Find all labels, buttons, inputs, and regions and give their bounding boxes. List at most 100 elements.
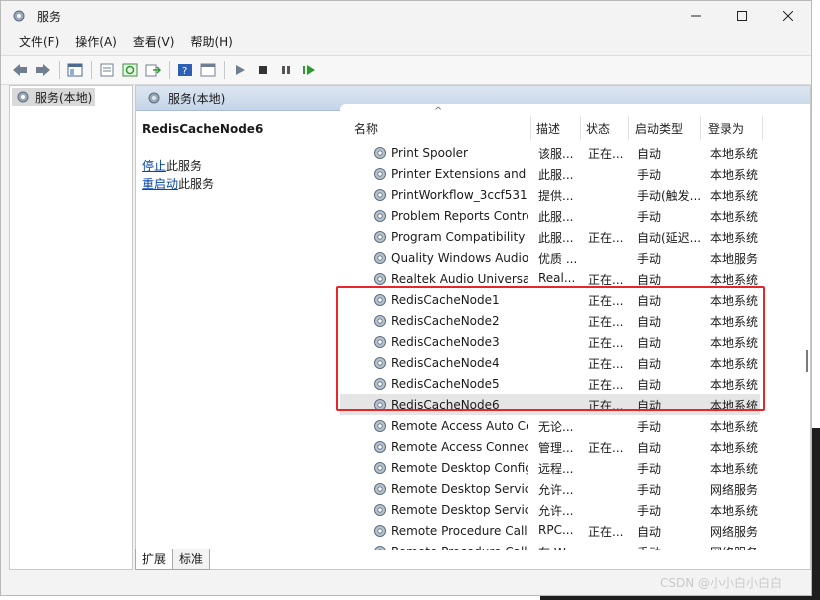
service-name-cell: Remote Desktop Service... xyxy=(372,502,528,518)
service-description: 优质 ... xyxy=(538,252,578,266)
scrollbar-thumb[interactable] xyxy=(806,350,808,372)
column-header-name[interactable]: 名称 xyxy=(354,120,378,137)
stop-service-button[interactable] xyxy=(252,59,274,81)
title-bar[interactable]: 服务 xyxy=(1,1,811,31)
restart-service-button[interactable] xyxy=(298,59,320,81)
service-name-cell: Printer Extensions and N... xyxy=(372,166,528,182)
sort-ascending-icon: ^ xyxy=(434,106,443,117)
column-divider[interactable] xyxy=(762,116,763,140)
column-header-startup-type[interactable]: 启动类型 xyxy=(635,120,683,137)
column-header-status[interactable]: 状态 xyxy=(586,120,610,137)
gear-icon xyxy=(17,91,29,103)
service-name-cell: RedisCacheNode6 xyxy=(372,397,528,413)
service-description: 此服... xyxy=(538,168,574,182)
menu-action[interactable]: 操作(A) xyxy=(67,31,125,53)
table-row[interactable]: RedisCacheNode1 正在... 自动 本地系统 xyxy=(340,289,760,310)
service-description: 无论... xyxy=(538,420,574,434)
table-row[interactable]: Printer Extensions and N... 此服... 手动 本地系统 xyxy=(340,163,760,184)
service-status: 正在... xyxy=(588,378,624,392)
service-log-on-as: 本地系统 xyxy=(710,399,759,413)
tab-standard[interactable]: 标准 xyxy=(172,549,211,570)
service-startup-type: 自动 xyxy=(637,273,662,287)
console-tree-button[interactable] xyxy=(64,59,86,81)
menu-file[interactable]: 文件(F) xyxy=(11,31,67,53)
service-name-cell: Remote Desktop Configu... xyxy=(372,460,528,476)
menu-help[interactable]: 帮助(H) xyxy=(182,31,240,53)
properties-button[interactable] xyxy=(96,59,118,81)
table-row[interactable]: Remote Desktop Service... 允许... 手动 本地系统 xyxy=(340,499,760,520)
column-divider[interactable] xyxy=(530,116,531,140)
table-row[interactable]: RedisCacheNode4 正在... 自动 本地系统 xyxy=(340,352,760,373)
tab-extended[interactable]: 扩展 xyxy=(135,549,174,570)
table-row[interactable]: Remote Desktop Configu... 远程... 手动 本地系统 xyxy=(340,457,760,478)
table-row[interactable]: Realtek Audio Universal ... Real... 正在... 自… xyxy=(340,268,760,289)
export-button[interactable] xyxy=(142,59,164,81)
service-description: RPC... xyxy=(538,523,574,537)
column-header-log-on-as[interactable]: 登录为 xyxy=(708,120,744,137)
service-name-cell: RedisCacheNode2 xyxy=(372,313,528,329)
table-row[interactable]: RedisCacheNode2 正在... 自动 本地系统 xyxy=(340,310,760,331)
menu-view[interactable]: 查看(V) xyxy=(125,31,183,53)
column-divider[interactable] xyxy=(700,116,701,140)
table-row[interactable]: Quality Windows Audio V... 优质 ... 手动 本地服务 xyxy=(340,247,760,268)
table-row[interactable]: Remote Procedure Call (... RPC... 正在... 自动 网… xyxy=(340,520,760,541)
play-icon xyxy=(236,65,245,75)
table-row[interactable]: Problem Reports Control... 此服... 手动 本地系统 xyxy=(340,205,760,226)
back-button[interactable] xyxy=(9,59,31,81)
maximize-button[interactable] xyxy=(719,1,765,31)
services-window: 服务 文件(F) 操作(A) 查看(V) 帮助(H) ? 服务(本地) 服务(本… xyxy=(0,0,812,596)
service-name-cell: Remote Procedure Call (... xyxy=(372,523,528,539)
service-gear-icon xyxy=(374,420,386,432)
selected-service-name: RedisCacheNode6 xyxy=(142,122,264,136)
tree-item-services-local[interactable]: 服务(本地) xyxy=(12,88,96,106)
view-icon xyxy=(200,63,216,77)
service-name: Problem Reports Control... xyxy=(391,209,528,223)
column-divider[interactable] xyxy=(580,116,581,140)
service-log-on-as: 本地系统 xyxy=(710,210,759,224)
refresh-icon xyxy=(122,63,138,77)
toolbar-separator xyxy=(91,61,92,79)
table-row[interactable]: PrintWorkflow_3ccf5312 提供... 手动(触发... 本地系统 xyxy=(340,184,760,205)
table-row[interactable]: RedisCacheNode6 正在... 自动 本地系统 xyxy=(340,394,760,415)
minimize-button[interactable] xyxy=(673,1,719,31)
gear-icon xyxy=(148,92,160,104)
help-button[interactable]: ? xyxy=(174,59,196,81)
service-log-on-as: 网络服务 xyxy=(710,544,766,550)
pause-service-button[interactable] xyxy=(275,59,297,81)
table-row[interactable]: Remote Access Connecti... 管理... 正在... 自动 本地系… xyxy=(340,436,760,457)
table-row[interactable]: Print Spooler 该服... 正在... 自动 本地系统 xyxy=(340,142,760,163)
vertical-scrollbar[interactable] xyxy=(802,124,810,524)
stop-action: 停止此服务 xyxy=(142,157,202,174)
service-name: RedisCacheNode4 xyxy=(391,356,500,370)
service-gear-icon xyxy=(374,147,386,159)
service-name: Remote Access Auto Con... xyxy=(391,419,528,433)
column-header-description[interactable]: 描述 xyxy=(536,120,560,137)
service-name-cell: Quality Windows Audio V... xyxy=(372,250,528,266)
services-list: ^ 名称 描述 状态 启动类型 登录为 Print Spooler 该服... 正在… xyxy=(340,104,810,550)
table-row[interactable]: Remote Procedure Call (...在 W...手动网络服务 xyxy=(340,541,760,550)
service-log-on-as: 本地系统 xyxy=(710,378,759,392)
refresh-button[interactable] xyxy=(119,59,141,81)
service-status: 正在... xyxy=(588,273,624,287)
table-row[interactable]: RedisCacheNode3 正在... 自动 本地系统 xyxy=(340,331,760,352)
table-row[interactable]: RedisCacheNode5 正在... 自动 本地系统 xyxy=(340,373,760,394)
start-service-button[interactable] xyxy=(229,59,251,81)
table-row[interactable]: Remote Desktop Services 允许... 手动 网络服务 xyxy=(340,478,760,499)
table-row[interactable]: Remote Access Auto Con... 无论... 手动 本地系统 xyxy=(340,415,760,436)
view-button[interactable] xyxy=(197,59,219,81)
service-log-on-as: 网络服务 xyxy=(710,483,759,497)
service-startup-type: 自动(延迟... xyxy=(637,231,701,245)
service-name: RedisCacheNode6 xyxy=(391,398,500,412)
service-startup-type: 手动 xyxy=(637,252,662,266)
stop-service-link[interactable]: 停止 xyxy=(142,159,166,173)
restart-service-link[interactable]: 重启动 xyxy=(142,177,178,191)
service-gear-icon xyxy=(374,504,386,516)
column-divider[interactable] xyxy=(628,116,629,140)
service-description: 远程... xyxy=(538,462,574,476)
forward-button[interactable] xyxy=(32,59,54,81)
service-status: 正在... xyxy=(588,147,624,161)
table-row[interactable]: Program Compatibility A... 此服... 正在... 自动(延… xyxy=(340,226,760,247)
service-gear-icon xyxy=(374,546,386,550)
close-button[interactable] xyxy=(765,1,811,31)
service-name-cell: PrintWorkflow_3ccf5312 xyxy=(372,187,528,203)
